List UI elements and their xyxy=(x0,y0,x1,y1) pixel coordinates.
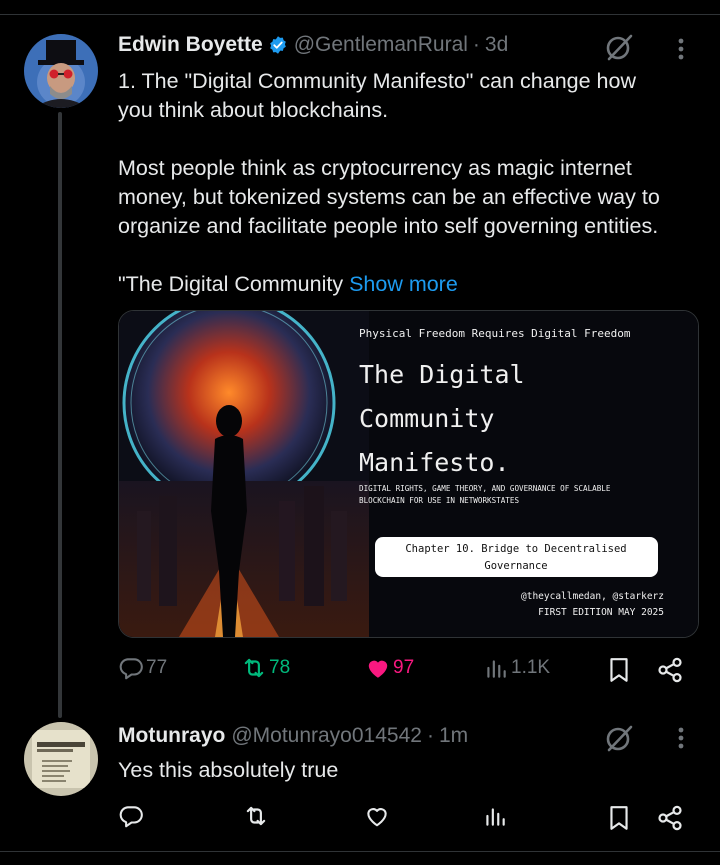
tweet-text: Yes this absolutely true xyxy=(118,758,339,782)
author-name[interactable]: Motunrayo xyxy=(118,724,225,748)
author-name[interactable]: Edwin Boyette xyxy=(118,33,263,57)
media-title-1: The Digital xyxy=(359,360,525,389)
media-subtitle-1: DIGITAL RIGHTS, GAME THEORY, AND GOVERNA… xyxy=(359,484,611,493)
tweet-line: money, but tokenized systems can be an e… xyxy=(118,185,660,209)
speech-bubble-icon xyxy=(118,803,144,829)
media-authors: @theycallmedan, @starkerz xyxy=(521,591,664,602)
separator-dot: · xyxy=(426,724,434,747)
repost-arrows-icon xyxy=(240,655,268,681)
share-icon xyxy=(656,656,684,684)
thread-line xyxy=(58,112,62,718)
like-button[interactable] xyxy=(364,803,390,829)
reply-button[interactable]: 77 xyxy=(118,655,167,681)
action-bar xyxy=(118,803,690,833)
verified-badge-icon xyxy=(268,35,288,55)
repost-button[interactable] xyxy=(242,803,270,829)
separator-dot: · xyxy=(472,33,480,56)
media-title-2: Community xyxy=(359,404,494,433)
tweet-line xyxy=(118,241,708,270)
reply-button[interactable] xyxy=(118,803,144,829)
tweet-header: Motunrayo @Motunrayo014542 · 1m xyxy=(118,724,468,748)
tweet-line: 1. The "Digital Community Manifesto" can… xyxy=(118,69,636,93)
avatar[interactable] xyxy=(24,34,98,108)
media-edition: FIRST EDITION MAY 2025 xyxy=(538,607,664,618)
repost-count: 78 xyxy=(269,657,291,678)
share-icon xyxy=(656,804,684,832)
media-subtitle-2: BLOCKCHAIN FOR USE IN NETWORKSTATES xyxy=(359,496,519,505)
media-tagline: Physical Freedom Requires Digital Freedo… xyxy=(359,327,631,340)
show-more-link[interactable]: Show more xyxy=(349,272,458,296)
action-bar: 77 78 97 1.1K xyxy=(118,655,690,685)
tweet-line: "The Digital Community xyxy=(118,272,350,296)
share-button[interactable] xyxy=(656,804,684,832)
views-count: 1.1K xyxy=(511,657,551,678)
avatar[interactable] xyxy=(24,722,98,796)
tweet-line: Most people think as cryptocurrency as m… xyxy=(118,156,632,180)
views-button[interactable] xyxy=(482,803,508,829)
more-dots-icon[interactable] xyxy=(677,726,685,752)
heart-icon xyxy=(364,803,390,829)
like-count: 97 xyxy=(393,657,415,678)
tweet-header: Edwin Boyette @GentlemanRural · 3d xyxy=(118,33,508,57)
bar-chart-icon xyxy=(482,803,508,829)
speech-bubble-icon xyxy=(118,655,144,681)
author-handle[interactable]: @Motunrayo014542 xyxy=(231,724,422,748)
heart-icon xyxy=(365,655,391,681)
more-dots-icon[interactable] xyxy=(677,37,685,63)
tweet-text: 1. The "Digital Community Manifesto" can… xyxy=(118,67,708,299)
grok-icon[interactable] xyxy=(604,723,634,753)
repost-arrows-icon xyxy=(242,803,270,829)
bookmark-button[interactable] xyxy=(606,656,632,684)
share-button[interactable] xyxy=(656,656,684,684)
repost-button[interactable]: 78 xyxy=(240,655,290,681)
tweet-line xyxy=(118,125,708,154)
tweet-line-last: "The Digital Community Show more xyxy=(118,270,708,299)
timestamp[interactable]: 1m xyxy=(439,724,468,748)
timestamp[interactable]: 3d xyxy=(485,33,508,57)
bookmark-button[interactable] xyxy=(606,804,632,832)
bottom-divider xyxy=(0,851,720,852)
reply-count: 77 xyxy=(146,657,168,678)
tweet-line: organize and facilitate people into self… xyxy=(118,214,659,238)
media-title-3: Manifesto. xyxy=(359,448,510,477)
views-button[interactable]: 1.1K xyxy=(483,655,550,681)
bookmark-icon xyxy=(606,804,632,832)
like-button[interactable]: 97 xyxy=(365,655,414,681)
tweet-line: you think about blockchains. xyxy=(118,98,389,122)
author-handle[interactable]: @GentlemanRural xyxy=(294,33,468,57)
grok-icon[interactable] xyxy=(604,32,634,62)
media-image[interactable]: Physical Freedom Requires Digital Freedo… xyxy=(118,310,699,638)
bar-chart-icon xyxy=(483,655,509,681)
top-divider xyxy=(0,14,720,15)
media-chapter-1: Chapter 10. Bridge to Decentralised xyxy=(405,543,626,555)
media-chapter-2: Governance xyxy=(484,560,547,572)
bookmark-icon xyxy=(606,656,632,684)
